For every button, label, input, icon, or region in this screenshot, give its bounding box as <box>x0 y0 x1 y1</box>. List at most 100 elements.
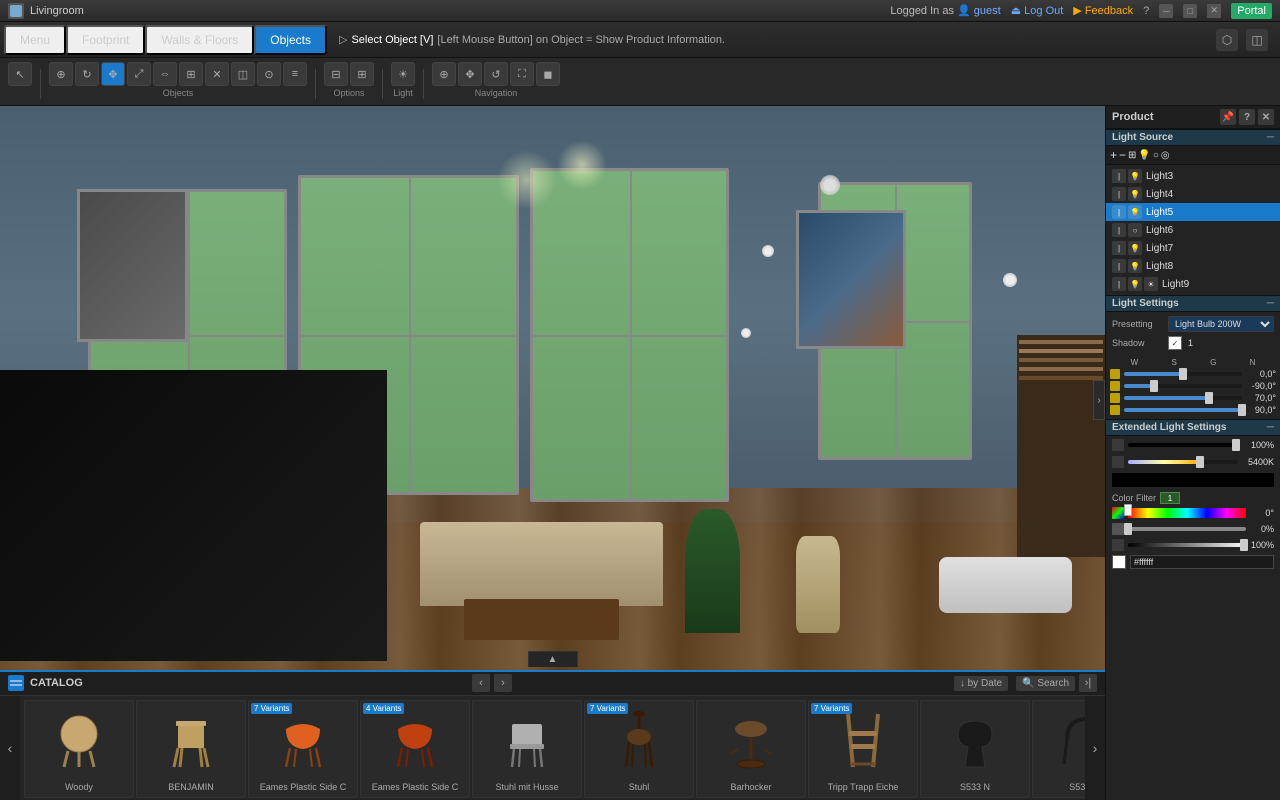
li-toggle-6[interactable]: | <box>1112 223 1126 237</box>
panel-pin-icon[interactable]: 📌 <box>1220 109 1236 125</box>
catalog-prev-small[interactable]: ‹ <box>472 674 490 692</box>
light-item-light9[interactable]: | 💡 ☀ Light9 <box>1106 275 1280 293</box>
ls-light3-icon[interactable]: ◎ <box>1161 150 1170 161</box>
walls-floors-button[interactable]: Walls & Floors <box>145 25 254 55</box>
nav-fullscreen[interactable]: ⛶ <box>510 62 534 86</box>
nav-pan[interactable]: ✥ <box>458 62 482 86</box>
nav-zoom-reset[interactable]: ↺ <box>484 62 508 86</box>
light-source-collapse[interactable]: ─ <box>1267 132 1274 143</box>
presetting-select[interactable]: Light Bulb 200W <box>1168 316 1274 332</box>
viewport[interactable]: ▲ CATALOG ‹ › ↓ by Date 🔍 Search ›| <box>0 106 1105 800</box>
help-icon[interactable]: ? <box>1143 5 1149 17</box>
shadow-checkbox[interactable]: ✓ <box>1168 336 1182 350</box>
mirror-tool[interactable]: ⇔ <box>153 62 177 86</box>
option1-tool[interactable]: ⊟ <box>324 62 348 86</box>
slider-g-track[interactable] <box>1124 396 1242 400</box>
temperature-track[interactable] <box>1128 460 1238 464</box>
move-tool[interactable]: ✥ <box>101 62 125 86</box>
catalog-item-benjamin[interactable]: BENJAMIN <box>136 700 246 798</box>
group-tool[interactable]: ◫ <box>231 62 255 86</box>
copy-tool[interactable]: ⊞ <box>179 62 203 86</box>
logout-link[interactable]: ⏏ Log Out <box>1011 4 1064 17</box>
light-tool[interactable]: ☀ <box>391 62 415 86</box>
catalog-item-s533nf[interactable]: S533 NF <box>1032 700 1085 798</box>
catalog-next-btn[interactable]: › <box>1085 696 1105 800</box>
light-item-light8[interactable]: | 💡 Light8 <box>1106 257 1280 275</box>
option2-tool[interactable]: ⊞ <box>350 62 374 86</box>
sat-track[interactable] <box>1128 527 1246 531</box>
ls-copy-icon[interactable]: ⊞ <box>1128 150 1136 161</box>
catalog-item-stuhl-husse[interactable]: Stuhl mit Husse <box>472 700 582 798</box>
catalog-item-eames-1[interactable]: 7 Variants Eames Plastic Side C <box>248 700 358 798</box>
objects-button[interactable]: Objects <box>254 25 327 55</box>
item-img-stuhl <box>599 705 679 773</box>
align-tool[interactable]: ≡ <box>283 62 307 86</box>
li-toggle-8[interactable]: | <box>1112 259 1126 273</box>
bright-track[interactable] <box>1128 543 1246 547</box>
light-item-light3[interactable]: | 💡 Light3 <box>1106 167 1280 185</box>
slider-n-track[interactable] <box>1124 408 1242 412</box>
menu-button[interactable]: Menu <box>4 25 66 55</box>
light-item-light7[interactable]: | 💡 Light7 <box>1106 239 1280 257</box>
light-settings-collapse[interactable]: ─ <box>1267 298 1274 309</box>
catalog-item-s533n[interactable]: S533 N <box>920 700 1030 798</box>
catalog-sort-btn[interactable]: ↓ by Date <box>954 676 1008 691</box>
rotate-tool[interactable]: ↻ <box>75 62 99 86</box>
light-source-toolbar: + − ⊞ 💡 ○ ◎ <box>1106 146 1280 165</box>
panel-close-icon[interactable]: ✕ <box>1258 109 1274 125</box>
nav-orbit[interactable]: ⊕ <box>432 62 456 86</box>
share-icon[interactable]: ⬡ <box>1216 29 1238 51</box>
cursor-tool[interactable]: ↖ <box>8 62 32 86</box>
catalog-prev-btn[interactable]: ‹ <box>0 696 20 800</box>
light-item-light6[interactable]: | ○ Light6 <box>1106 221 1280 239</box>
light-item-light4[interactable]: | 💡 Light4 <box>1106 185 1280 203</box>
ls-light2-icon[interactable]: ○ <box>1153 150 1159 161</box>
li-toggle-3[interactable]: | <box>1112 169 1126 183</box>
portal-btn[interactable]: Portal <box>1231 3 1272 19</box>
maximize-btn[interactable]: □ <box>1183 4 1197 18</box>
feedback-link[interactable]: ▶ Feedback <box>1073 4 1133 17</box>
info-tool[interactable]: ⊙ <box>257 62 281 86</box>
extended-settings-collapse[interactable]: ─ <box>1267 422 1274 433</box>
catalog-search-btn[interactable]: 🔍 Search <box>1016 676 1075 691</box>
catalog-next-small[interactable]: › <box>494 674 512 692</box>
slider-w-track[interactable] <box>1124 372 1242 376</box>
view-icon[interactable]: ◫ <box>1246 29 1268 51</box>
minimize-btn[interactable]: ─ <box>1159 4 1173 18</box>
ls-light1-icon[interactable]: 💡 <box>1138 150 1150 161</box>
select-tool[interactable]: ⊕ <box>49 62 73 86</box>
li-toggle-5[interactable]: | <box>1112 205 1126 219</box>
sat-val: 0% <box>1250 524 1274 534</box>
hue-row: 0° <box>1106 505 1280 521</box>
catalog-item-eames-2[interactable]: 4 Variants Eames Plastic Side C <box>360 700 470 798</box>
catalog-close-btn[interactable]: ›| <box>1079 674 1097 692</box>
hex-swatch[interactable] <box>1112 555 1126 569</box>
li-toggle-4[interactable]: | <box>1112 187 1126 201</box>
nav-screenshot[interactable]: ◼ <box>536 62 560 86</box>
hue-track[interactable] <box>1128 508 1246 518</box>
ls-remove-icon[interactable]: − <box>1119 148 1126 162</box>
catalog-nav-btns: ‹ › <box>472 674 512 692</box>
catalog-icon <box>8 675 24 691</box>
coffee-table <box>464 599 619 641</box>
ls-add-icon[interactable]: + <box>1110 148 1117 162</box>
item-img-benjamin <box>151 705 231 773</box>
color-black-bar[interactable] <box>1112 473 1274 487</box>
light-item-light5[interactable]: | 💡 Light5 <box>1106 203 1280 221</box>
panel-toggle-btn[interactable]: › <box>1093 380 1105 420</box>
li-toggle-7[interactable]: | <box>1112 241 1126 255</box>
catalog-item-stuhl[interactable]: 7 Variants St <box>584 700 694 798</box>
close-btn[interactable]: ✕ <box>1207 4 1221 18</box>
delete-tool[interactable]: ✕ <box>205 62 229 86</box>
catalog-item-woody[interactable]: Woody <box>24 700 134 798</box>
footprint-button[interactable]: Footprint <box>66 25 145 55</box>
hex-input[interactable]: #ffffff <box>1130 555 1274 569</box>
li-toggle-9[interactable]: | <box>1112 277 1126 291</box>
catalog-item-barhocker[interactable]: Barhocker <box>696 700 806 798</box>
panel-help-icon[interactable]: ? <box>1239 109 1255 125</box>
catalog-expand-btn[interactable]: ▲ <box>528 651 578 667</box>
scale-tool[interactable]: ⤢ <box>127 62 151 86</box>
catalog-item-tripp[interactable]: 7 Variants Tripp Trapp Eiche <box>808 700 918 798</box>
slider-s-track[interactable] <box>1124 384 1242 388</box>
intensity-track[interactable] <box>1128 443 1238 447</box>
